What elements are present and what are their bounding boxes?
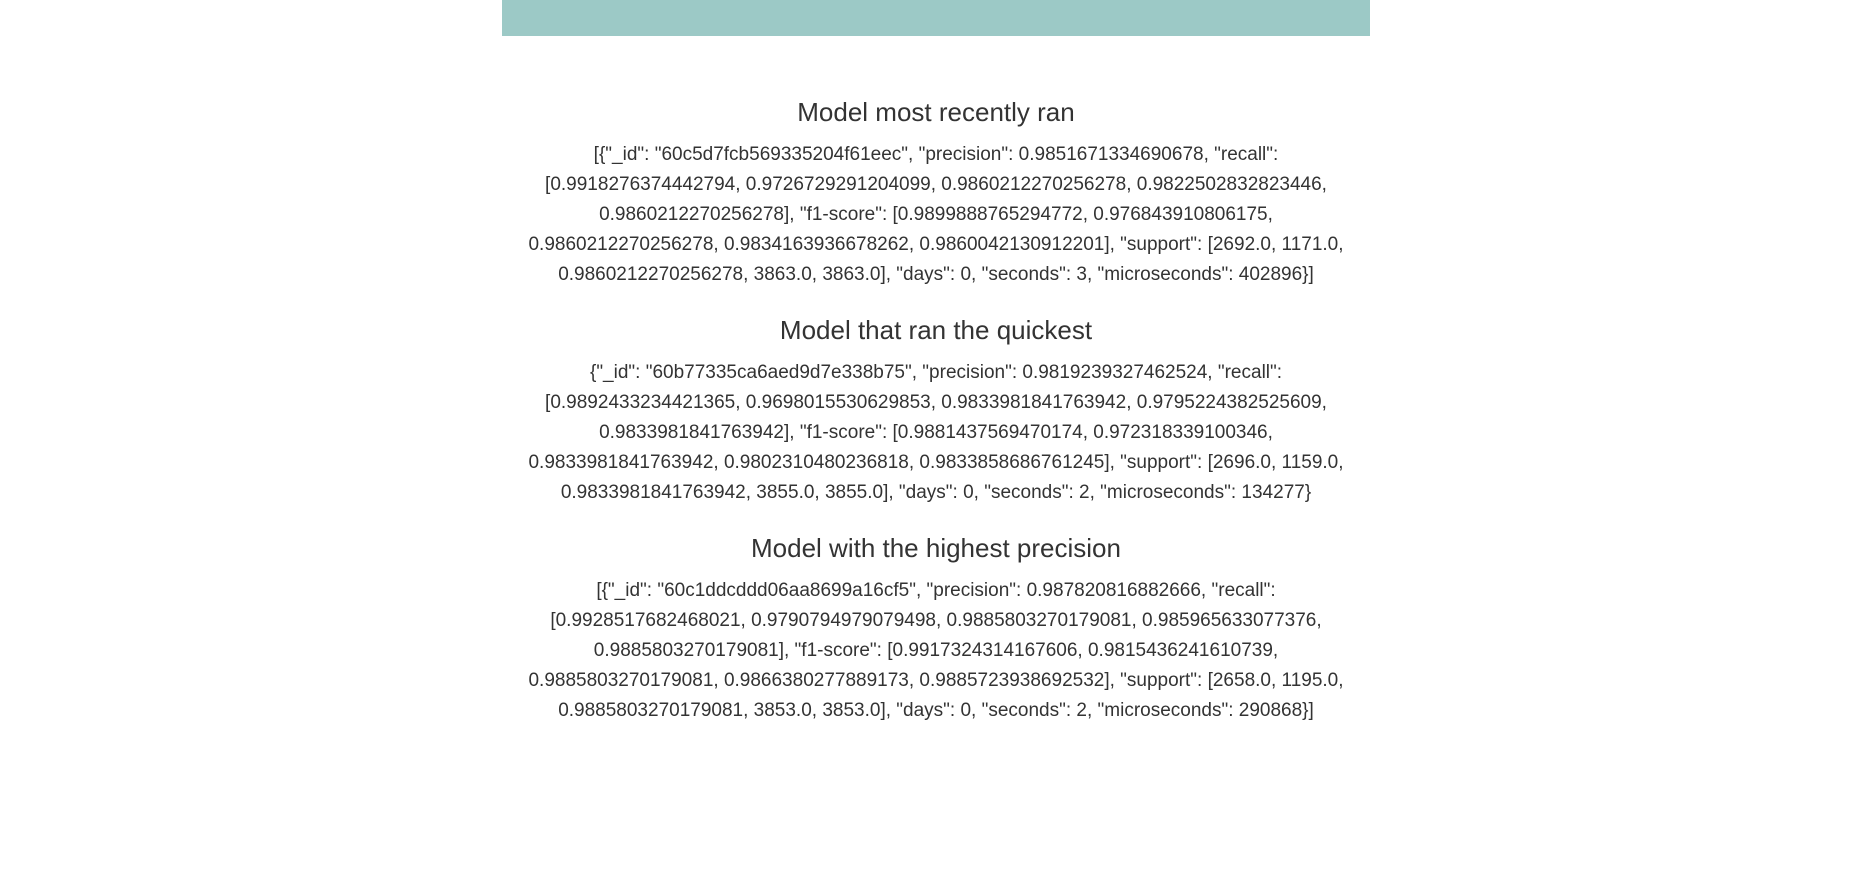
section-quickest: Model that ran the quickest {"_id": "60b… (502, 314, 1370, 508)
section-body-most-recent: [{"_id": "60c5d7fcb569335204f61eec", "pr… (528, 144, 1344, 285)
section-title-quickest: Model that ran the quickest (779, 315, 1093, 345)
section-highest-precision: Model with the highest precision [{"_id"… (502, 532, 1370, 726)
section-title-highest-precision: Model with the highest precision (751, 533, 1121, 563)
section-most-recent: Model most recently ran [{"_id": "60c5d7… (502, 96, 1370, 290)
section-title-most-recent: Model most recently ran (797, 97, 1075, 127)
section-body-highest-precision: [{"_id": "60c1ddcddd06aa8699a16cf5", "pr… (528, 580, 1344, 721)
section-body-quickest: {"_id": "60b77335ca6aed9d7e338b75", "pre… (528, 362, 1344, 503)
header-bar (502, 0, 1370, 36)
main-content: Model most recently ran [{"_id": "60c5d7… (502, 96, 1370, 750)
